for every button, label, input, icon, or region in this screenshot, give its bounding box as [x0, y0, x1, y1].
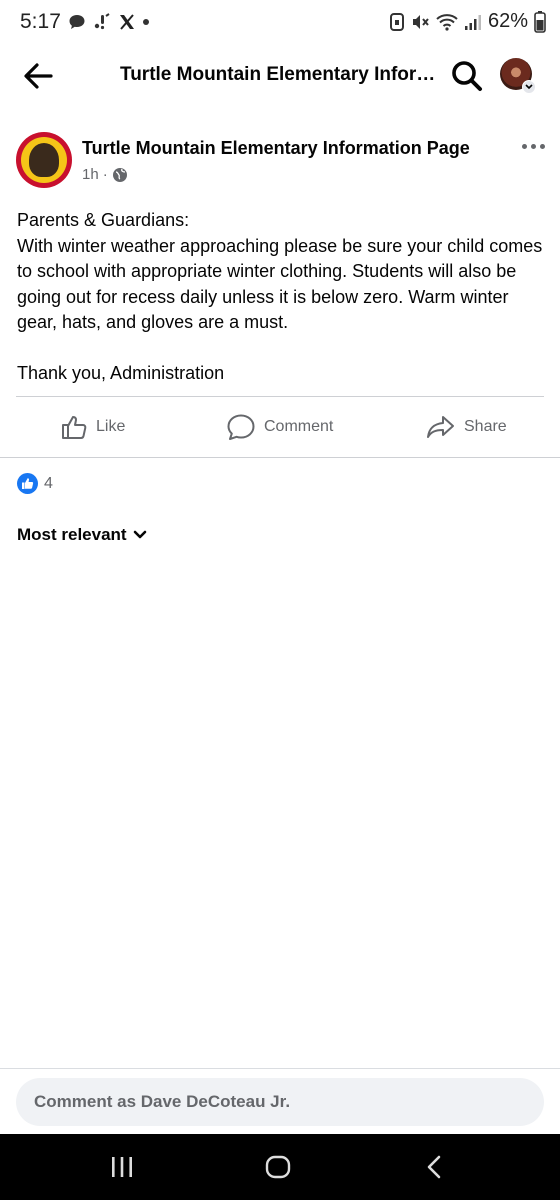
page-name-link[interactable]: Turtle Mountain Elementary Information P… — [82, 138, 470, 159]
mute-icon — [412, 14, 429, 29]
battery-icon — [534, 10, 546, 33]
like-button[interactable]: Like — [60, 398, 125, 456]
comment-button[interactable]: Comment — [226, 398, 333, 456]
share-button[interactable]: Share — [426, 398, 507, 456]
meta-separator: · — [102, 166, 108, 183]
comment-sort-dropdown[interactable]: Most relevant — [17, 525, 147, 545]
status-bar: 5:17 62% — [0, 0, 560, 48]
search-icon — [452, 61, 482, 91]
school-logo-icon — [21, 137, 67, 183]
search-button[interactable] — [450, 59, 484, 93]
post-header: Turtle Mountain Elementary Information P… — [0, 128, 560, 192]
page-avatar[interactable] — [16, 132, 72, 188]
header-title: Turtle Mountain Elementary Information P… — [120, 64, 440, 85]
post-line: With winter weather approaching please b… — [17, 235, 543, 333]
battery-percent: 62% — [487, 10, 528, 32]
recents-icon — [112, 1157, 132, 1177]
status-left-icons — [68, 12, 150, 32]
arrow-left-icon — [24, 63, 53, 89]
like-reaction-icon — [17, 473, 38, 494]
post-line: Parents & Guardians: — [17, 210, 190, 230]
back-nav-button[interactable] — [414, 1152, 454, 1182]
post-text: Parents & Guardians: With winter weather… — [17, 208, 547, 387]
globe-icon — [112, 167, 127, 182]
post-actions: Like Comment Share — [0, 398, 560, 456]
post-signoff: Thank you, Administration — [17, 363, 225, 383]
status-time: 5:17 — [20, 10, 61, 33]
x-app-icon — [120, 14, 134, 30]
wifi-icon — [436, 13, 458, 31]
sort-label: Most relevant — [17, 525, 127, 544]
more-icon — [521, 143, 527, 149]
reaction-count: 4 — [44, 474, 53, 492]
more-dot-icon — [143, 19, 149, 25]
status-right-icons: 62% — [389, 10, 546, 33]
back-button[interactable] — [20, 58, 56, 94]
comment-icon — [227, 414, 255, 440]
home-button[interactable] — [258, 1152, 298, 1182]
system-nav-bar — [0, 1134, 560, 1200]
profile-menu-button[interactable] — [500, 58, 536, 94]
reactions-summary[interactable]: 4 — [17, 473, 53, 494]
divider — [0, 457, 560, 458]
home-icon — [265, 1155, 291, 1179]
thumbs-up-icon — [62, 416, 87, 439]
chat-bubble-icon — [69, 15, 85, 29]
composer-divider — [0, 1068, 560, 1069]
post-timestamp[interactable]: 1h — [82, 166, 99, 183]
post-meta: 1h · — [82, 166, 128, 183]
comment-label: Comment — [264, 418, 334, 435]
comment-input[interactable]: Comment as Dave DeCoteau Jr. — [16, 1078, 544, 1126]
signal-icon — [464, 14, 481, 30]
notification-icon — [94, 13, 110, 30]
divider — [16, 396, 544, 397]
like-label: Like — [96, 418, 126, 435]
recent-apps-button[interactable] — [102, 1152, 142, 1182]
chevron-down-icon — [133, 530, 146, 539]
post-options-button[interactable] — [516, 136, 550, 156]
app-header: Turtle Mountain Elementary Information P… — [0, 48, 560, 104]
share-label: Share — [464, 418, 507, 435]
back-chevron-icon — [427, 1155, 441, 1179]
chevron-down-icon — [522, 80, 536, 94]
vibrate-lock-icon — [389, 12, 404, 31]
share-icon — [427, 416, 454, 438]
